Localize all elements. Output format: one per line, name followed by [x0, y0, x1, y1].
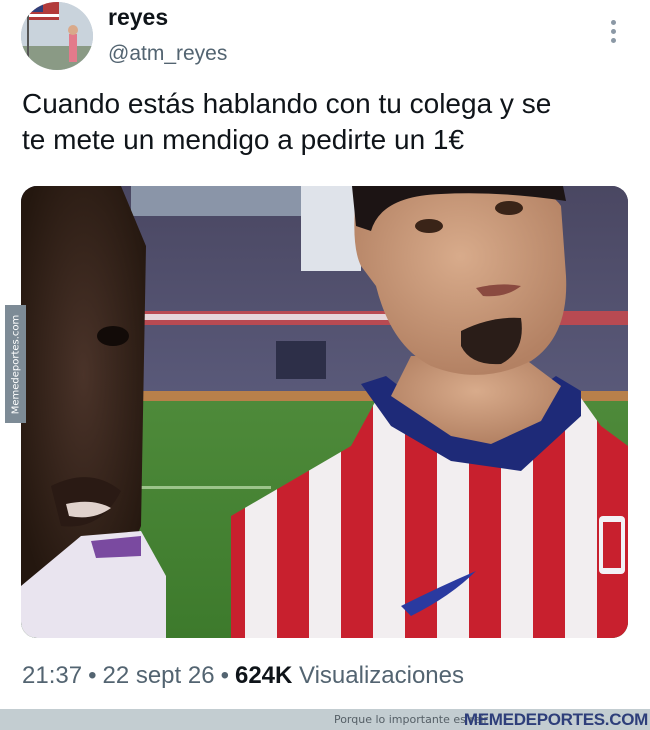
tweet-text-line: te mete un mendigo a pedirte un 1€ [22, 124, 465, 155]
avatar[interactable] [21, 2, 93, 70]
tweet-text-line: Cuando estás hablando con tu colega y se [22, 88, 552, 119]
display-name[interactable]: reyes [108, 4, 168, 31]
views-label[interactable]: Visualizaciones [299, 662, 464, 689]
media-image [21, 186, 628, 638]
tweet-meta: 21:37 • 22 sept 26 • 624K Visualizaciones [22, 662, 464, 690]
tweet-time[interactable]: 21:37 [22, 662, 82, 689]
avatar-image [21, 2, 93, 70]
footer-banner: Porque lo importante es reír MEMEDEPORTE… [0, 709, 650, 730]
user-handle[interactable]: @atm_reyes [108, 42, 227, 66]
tweet-date[interactable]: 22 sept 26 [102, 662, 214, 689]
separator-dot: • [220, 662, 229, 689]
separator-dot: • [88, 662, 97, 689]
tweet-text: Cuando estás hablando con tu colega y se… [22, 86, 632, 158]
footer-brand-logo: MEMEDEPORTES.COM [463, 710, 648, 729]
side-watermark: Memedeportes.com [5, 305, 26, 423]
more-options-icon[interactable] [600, 20, 626, 50]
tweet-media-photo[interactable] [21, 186, 628, 638]
views-count[interactable]: 624K [235, 662, 292, 689]
tweet-page: reyes @atm_reyes Cuando estás hablando c… [0, 0, 650, 730]
side-watermark-text: Memedeportes.com [10, 314, 22, 414]
